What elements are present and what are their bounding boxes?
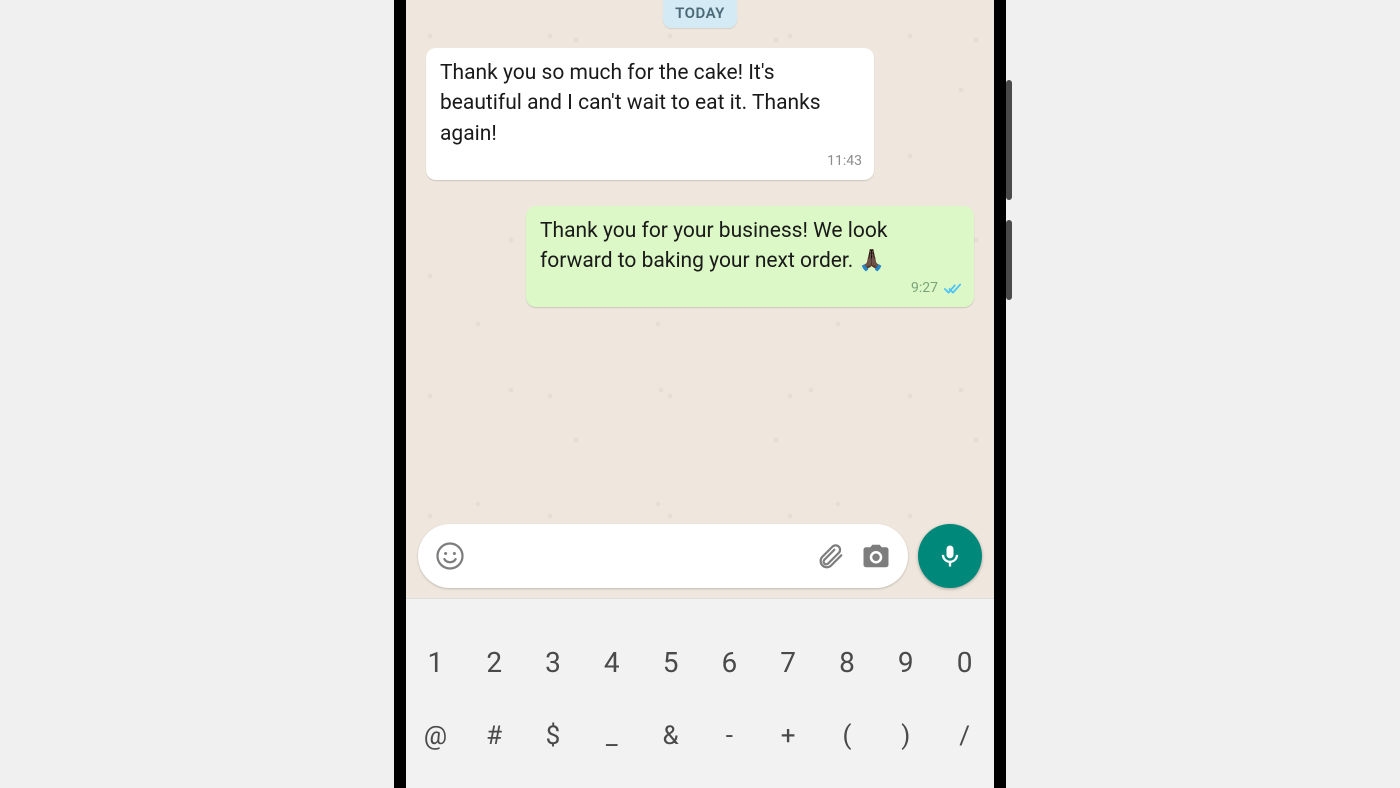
message-input-bar bbox=[406, 524, 994, 598]
keyboard-row-1: 1 2 3 4 5 6 7 8 9 0 bbox=[406, 625, 994, 699]
message-bubble-incoming[interactable]: Thank you so much for the cake! It's bea… bbox=[426, 48, 874, 180]
key-9[interactable]: 9 bbox=[882, 646, 930, 679]
key-6[interactable]: 6 bbox=[705, 646, 753, 679]
key-underscore[interactable]: _ bbox=[588, 721, 636, 751]
key-hash[interactable]: # bbox=[470, 721, 518, 751]
key-paren-open[interactable]: ( bbox=[823, 721, 871, 751]
camera-icon[interactable] bbox=[858, 538, 894, 574]
key-7[interactable]: 7 bbox=[764, 646, 812, 679]
power-button[interactable] bbox=[1006, 220, 1012, 300]
microphone-button[interactable] bbox=[918, 524, 982, 588]
message-time: 9:27 bbox=[911, 278, 938, 298]
key-paren-close[interactable]: ) bbox=[882, 721, 930, 751]
key-4[interactable]: 4 bbox=[588, 646, 636, 679]
message-text: Thank you for your business! We look for… bbox=[540, 219, 887, 273]
message-input-pill bbox=[418, 524, 908, 588]
date-separator: TODAY bbox=[663, 0, 737, 28]
message-bubble-outgoing[interactable]: Thank you for your business! We look for… bbox=[526, 206, 974, 307]
phone-screen: TODAY Thank you so much for the cake! It… bbox=[406, 0, 994, 788]
key-8[interactable]: 8 bbox=[823, 646, 871, 679]
double-check-icon bbox=[944, 283, 962, 295]
key-0[interactable]: 0 bbox=[941, 646, 989, 679]
soft-keyboard: 1 2 3 4 5 6 7 8 9 0 @ # $ _ & - bbox=[406, 598, 994, 788]
key-slash[interactable]: / bbox=[941, 721, 989, 751]
message-input[interactable] bbox=[478, 524, 802, 588]
key-1[interactable]: 1 bbox=[411, 646, 459, 679]
key-plus[interactable]: + bbox=[764, 721, 812, 751]
emoji-icon[interactable] bbox=[432, 538, 468, 574]
key-3[interactable]: 3 bbox=[529, 646, 577, 679]
key-5[interactable]: 5 bbox=[647, 646, 695, 679]
microphone-icon bbox=[936, 542, 964, 570]
key-at[interactable]: @ bbox=[411, 721, 459, 751]
message-time: 11:43 bbox=[827, 151, 862, 171]
key-ampersand[interactable]: & bbox=[647, 721, 695, 751]
key-hyphen[interactable]: - bbox=[705, 721, 753, 751]
volume-button[interactable] bbox=[1006, 80, 1012, 200]
paperclip-icon[interactable] bbox=[812, 538, 848, 574]
keyboard-row-2: @ # $ _ & - + ( ) / bbox=[406, 699, 994, 773]
phone-frame: TODAY Thank you so much for the cake! It… bbox=[394, 0, 1006, 788]
key-2[interactable]: 2 bbox=[470, 646, 518, 679]
message-text: Thank you so much for the cake! It's bea… bbox=[440, 61, 821, 146]
key-dollar[interactable]: $ bbox=[529, 721, 577, 751]
